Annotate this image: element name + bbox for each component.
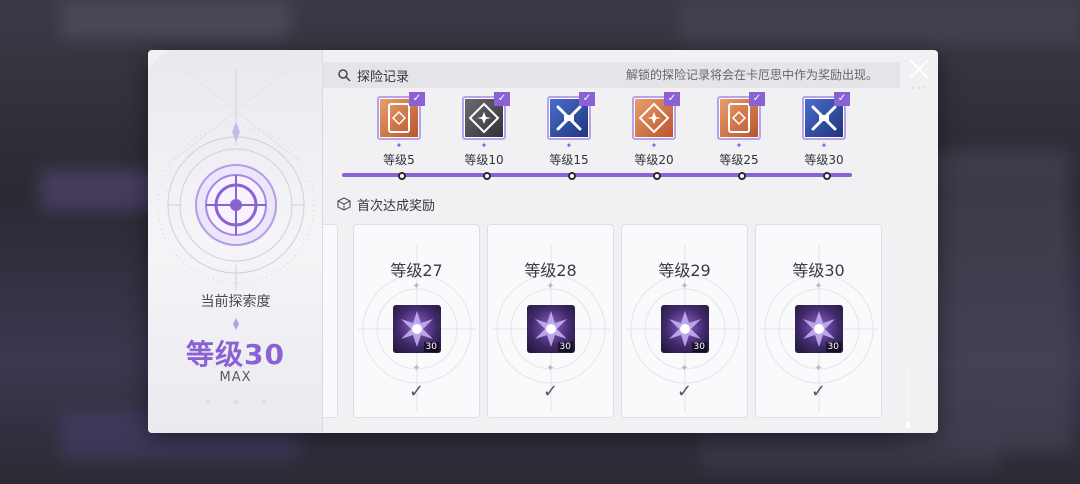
- scrollbar[interactable]: [906, 370, 910, 428]
- claimed-check-icon: ✓: [676, 381, 693, 402]
- cube-icon: [337, 197, 351, 211]
- record-level-label: 等级10: [464, 153, 504, 167]
- exploration-record-item[interactable]: ✓ ✦ 等级30: [794, 92, 854, 168]
- reward-level-label: 等级27: [390, 261, 443, 280]
- record-level-label: 等级5: [383, 153, 415, 167]
- sparkle-icon: ✦: [820, 141, 828, 150]
- reward-item-icon[interactable]: 30: [527, 305, 575, 353]
- reward-card[interactable]: 等级30 ✦ 30 ✦ ✓: [755, 224, 882, 418]
- exploration-record-header: 探险记录 解锁的探险记录将会在卡厄思中作为奖励出现。: [323, 62, 900, 88]
- checkmark-icon: ✓: [494, 92, 510, 106]
- progress-track-node: [568, 172, 576, 180]
- exploration-record-item[interactable]: ✓ ✦ 等级10: [454, 92, 514, 168]
- sparkle-icon: ✦: [412, 363, 421, 374]
- progress-track-node: [398, 172, 406, 180]
- search-icon: [338, 69, 351, 82]
- current-exploration-label: 当前探索度: [200, 294, 271, 310]
- checkmark-icon: ✓: [409, 92, 425, 106]
- record-tile[interactable]: ✓: [462, 92, 510, 140]
- exploration-dialog: 当前探索度 等级30 MAX 探险记录 解锁的探险记录将会在卡厄思中作为奖励出现…: [148, 50, 938, 433]
- background-blur: [680, 0, 1080, 45]
- reward-item-quantity: 30: [825, 342, 841, 352]
- current-exploration-panel: 当前探索度 等级30 MAX: [148, 50, 323, 433]
- sparkle-icon: ✦: [814, 363, 823, 374]
- sparkle-icon: ✦: [480, 141, 488, 150]
- progress-track-node: [823, 172, 831, 180]
- reward-level-label: 等级29: [658, 261, 711, 280]
- sparkle-icon: ✦: [680, 363, 689, 374]
- checkmark-icon: ✓: [664, 92, 680, 106]
- record-level-label: 等级15: [549, 153, 589, 167]
- claimed-check-icon: ✓: [408, 381, 425, 402]
- exploration-record-title: 探险记录: [357, 69, 410, 85]
- record-level-label: 等级25: [719, 153, 759, 167]
- record-tile[interactable]: ✓: [632, 92, 680, 140]
- reward-level-label: 等级30: [792, 261, 845, 280]
- record-tile[interactable]: ✓: [717, 92, 765, 140]
- background-blur: [60, 0, 290, 40]
- reward-item-icon[interactable]: 30: [393, 305, 441, 353]
- sparkle-icon: ✦: [546, 281, 555, 292]
- reward-item-quantity: 30: [691, 342, 707, 352]
- exploration-record-note: 解锁的探险记录将会在卡厄思中作为奖励出现。: [625, 68, 878, 82]
- max-label: MAX: [219, 370, 252, 385]
- reward-item-icon[interactable]: 30: [795, 305, 843, 353]
- sparkle-icon: ✦: [412, 281, 421, 292]
- checkmark-icon: ✓: [579, 92, 595, 106]
- reward-card[interactable]: 等级29 ✦ 30 ✦ ✓: [621, 224, 748, 418]
- sparkle-icon: ✦: [735, 141, 743, 150]
- sparkle-icon: ✦: [395, 141, 403, 150]
- first-reward-header: 首次达成奖励: [323, 191, 900, 217]
- reward-card[interactable]: 等级27 ✦ 30 ✦ ✓: [353, 224, 480, 418]
- exploration-record-item[interactable]: ✓ ✦ 等级15: [539, 92, 599, 168]
- exploration-record-item[interactable]: ✓ ✦ 等级25: [709, 92, 769, 168]
- sparkle-icon: ✦: [680, 281, 689, 292]
- record-level-label: 等级20: [634, 153, 674, 167]
- close-icon[interactable]: [906, 56, 932, 82]
- record-tile[interactable]: ✓: [802, 92, 850, 140]
- claimed-check-icon: ✓: [810, 381, 827, 402]
- checkmark-icon: ✓: [749, 92, 765, 106]
- current-level-value: 等级30: [186, 338, 285, 371]
- progress-track-node: [738, 172, 746, 180]
- reward-card-partial: [323, 224, 338, 418]
- reward-item-icon[interactable]: 30: [661, 305, 709, 353]
- reward-card-list[interactable]: 等级27 ✦ 30 ✦ ✓ 等级28 ✦ 30 ✦ ✓ 等级29 ✦ 30 ✦ ✓ 等级30 ✦ 30 ✦ ✓: [323, 220, 900, 420]
- sparkle-icon: ✦: [650, 141, 658, 150]
- claimed-check-icon: ✓: [542, 381, 559, 402]
- record-tile[interactable]: ✓: [547, 92, 595, 140]
- reward-card[interactable]: 等级28 ✦ 30 ✦ ✓: [487, 224, 614, 418]
- progress-track-bar: [342, 173, 852, 177]
- record-tile[interactable]: ✓: [377, 92, 425, 140]
- progress-track-node: [653, 172, 661, 180]
- progress-track-node: [483, 172, 491, 180]
- scrollbar-thumb[interactable]: [906, 422, 910, 428]
- reward-item-quantity: 30: [557, 342, 573, 352]
- reward-item-quantity: 30: [423, 342, 439, 352]
- sparkle-icon: ✦: [546, 363, 555, 374]
- exploration-record-item[interactable]: ✓ ✦ 等级5: [369, 92, 429, 168]
- background-blur: [40, 170, 160, 210]
- sparkle-icon: ✦: [814, 281, 823, 292]
- record-level-label: 等级30: [804, 153, 844, 167]
- sparkle-icon: ✦: [565, 141, 573, 150]
- reward-level-label: 等级28: [524, 261, 577, 280]
- checkmark-icon: ✓: [834, 92, 850, 106]
- more-dots-icon: •••: [911, 84, 929, 93]
- exploration-record-item[interactable]: ✓ ✦ 等级20: [624, 92, 684, 168]
- first-reward-title: 首次达成奖励: [357, 198, 436, 214]
